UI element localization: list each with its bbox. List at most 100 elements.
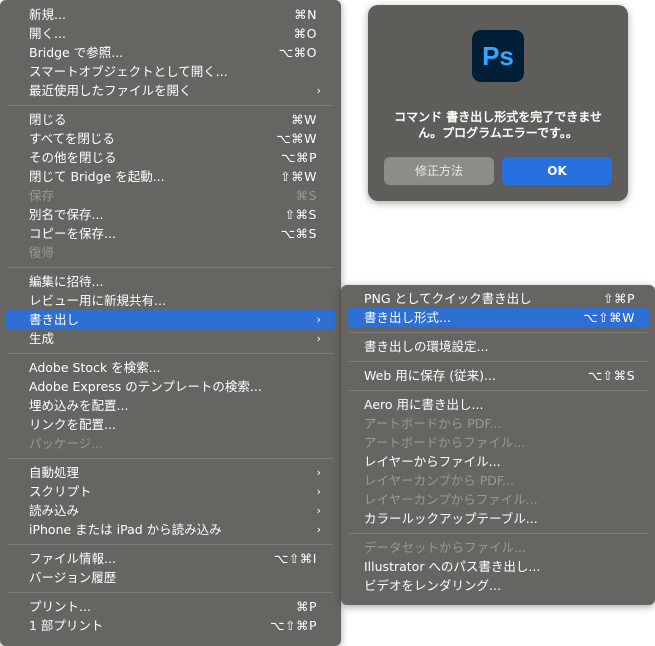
menu-item-label: 別名で保存... xyxy=(29,207,104,222)
menu-item-shortcut: ⌘S xyxy=(295,188,317,203)
export-menu-item: レイヤーカンプからファイル... xyxy=(347,490,649,509)
export-menu-item[interactable]: ビデオをレンダリング... xyxy=(347,576,649,595)
file-menu-item[interactable]: 読み込み › xyxy=(6,501,335,520)
file-menu-item[interactable]: ファイル情報... ⌥⇧⌘I xyxy=(6,549,335,568)
export-menu-item[interactable]: Aero 用に書き出し... xyxy=(347,395,649,414)
chevron-right-icon: › xyxy=(316,485,321,498)
menu-item-label: 生成 xyxy=(29,331,55,346)
menu-separator xyxy=(8,105,333,106)
error-message: コマンド 書き出し形式を完了できません。プログラムエラーです。。 xyxy=(394,110,602,140)
menu-item-label: コピーを保存... xyxy=(29,226,116,241)
menu-item-label: 最近使用したファイルを開く xyxy=(29,83,192,98)
file-menu-item[interactable]: レビュー用に新規共有... xyxy=(6,291,335,310)
error-dialog: Ps コマンド 書き出し形式を完了できません。プログラムエラーです。。 修正方法… xyxy=(368,5,628,201)
menu-item-label: リンクを配置... xyxy=(29,417,116,432)
menu-item-label: Aero 用に書き出し... xyxy=(364,397,484,412)
export-menu-item: データセットからファイル... xyxy=(347,538,649,557)
menu-separator xyxy=(8,353,333,354)
menu-item-label: アートボードから PDF... xyxy=(364,416,502,431)
menu-item-label: 閉じて Bridge を起動... xyxy=(29,169,165,184)
file-menu-item[interactable]: iPhone または iPad から読み込み › xyxy=(6,520,335,539)
menu-item-shortcut: ⌘N xyxy=(294,7,317,22)
menu-item-label: Adobe Stock を検索... xyxy=(29,360,161,375)
menu-item-label: 新規... xyxy=(29,7,66,22)
menu-item-label: 書き出し形式... xyxy=(364,310,451,325)
menu-item-label: データセットからファイル... xyxy=(364,540,526,555)
export-menu-item: アートボードから PDF... xyxy=(347,414,649,433)
menu-separator xyxy=(8,544,333,545)
menu-item-shortcut: ⌘W xyxy=(291,112,317,127)
export-menu-item: アートボードからファイル... xyxy=(347,433,649,452)
menu-item-label: レイヤーカンプから PDF... xyxy=(364,473,514,488)
menu-item-label: 保存 xyxy=(29,188,55,203)
menu-item-shortcut: ⌥⇧⌘S xyxy=(587,368,635,383)
menu-item-label: ファイル情報... xyxy=(29,551,116,566)
file-menu-item[interactable]: 自動処理 › xyxy=(6,463,335,482)
menu-item-label: パッケージ... xyxy=(29,436,104,451)
file-menu-item[interactable]: プリント... ⌘P xyxy=(6,597,335,616)
file-menu-item[interactable]: 新規... ⌘N xyxy=(6,5,335,24)
export-menu-item: レイヤーカンプから PDF... xyxy=(347,471,649,490)
export-menu-item[interactable]: PNG としてクイック書き出し ⇧⌘P xyxy=(347,289,649,308)
chevron-right-icon: › xyxy=(316,504,321,517)
export-submenu: PNG としてクイック書き出し ⇧⌘P 書き出し形式... ⌥⇧⌘W 書き出しの環境設定… xyxy=(341,285,655,605)
file-menu-item[interactable]: Adobe Stock を検索... xyxy=(6,358,335,377)
chevron-right-icon: › xyxy=(316,466,321,479)
menu-item-label: PNG としてクイック書き出し xyxy=(364,291,532,306)
file-menu-item[interactable]: 編集に招待... xyxy=(6,272,335,291)
file-menu-item[interactable]: リンクを配置... xyxy=(6,415,335,434)
file-menu-item[interactable]: 書き出し › xyxy=(6,310,335,329)
menu-item-label: 読み込み xyxy=(29,503,80,518)
ok-button[interactable]: OK xyxy=(502,157,612,185)
file-menu-item[interactable]: スマートオブジェクトとして開く... xyxy=(6,62,335,81)
file-menu-item[interactable]: すべてを閉じる ⌥⌘W xyxy=(6,129,335,148)
file-menu-item[interactable]: 生成 › xyxy=(6,329,335,348)
menu-item-label: ビデオをレンダリング... xyxy=(364,578,501,593)
export-menu-item[interactable]: 書き出し形式... ⌥⇧⌘W xyxy=(347,308,649,327)
file-menu-item[interactable]: バージョン履歴 xyxy=(6,568,335,587)
photoshop-app-icon: Ps xyxy=(472,30,524,82)
menu-item-label: Bridge で参照... xyxy=(29,45,124,60)
menu-item-label: その他を閉じる xyxy=(29,150,117,165)
menu-item-label: バージョン履歴 xyxy=(29,570,117,585)
menu-item-label: アートボードからファイル... xyxy=(364,435,526,450)
menu-item-label: カラールックアップテーブル... xyxy=(364,511,538,526)
file-menu-item[interactable]: 閉じる ⌘W xyxy=(6,110,335,129)
file-menu-item[interactable]: Adobe Express のテンプレートの検索... xyxy=(6,377,335,396)
menu-item-shortcut: ⇧⌘S xyxy=(284,207,317,222)
menu-item-label: レイヤーからファイル... xyxy=(364,454,501,469)
menu-item-label: 復帰 xyxy=(29,245,55,260)
file-menu-item[interactable]: 1 部プリント ⌥⇧⌘P xyxy=(6,616,335,635)
menu-item-shortcut: ⌥⇧⌘I xyxy=(273,551,317,566)
menu-separator xyxy=(8,592,333,593)
menu-separator xyxy=(349,390,647,391)
chevron-right-icon: › xyxy=(316,332,321,345)
file-menu: 新規... ⌘N 開く... ⌘O Bridge で参照... ⌥⌘O スマートオブジェクト… xyxy=(0,0,341,646)
file-menu-item[interactable]: スクリプト › xyxy=(6,482,335,501)
export-menu-item[interactable]: Illustrator へのパス書き出し... xyxy=(347,557,649,576)
menu-item-shortcut: ⌘O xyxy=(293,26,317,41)
file-menu-item[interactable]: コピーを保存... ⌥⌘S xyxy=(6,224,335,243)
file-menu-item[interactable]: 埋め込みを配置... xyxy=(6,396,335,415)
menu-separator xyxy=(349,361,647,362)
file-menu-item[interactable]: 最近使用したファイルを開く › xyxy=(6,81,335,100)
chevron-right-icon: › xyxy=(316,84,321,97)
export-menu-item[interactable]: レイヤーからファイル... xyxy=(347,452,649,471)
menu-item-label: すべてを閉じる xyxy=(29,131,115,146)
menu-item-label: 開く... xyxy=(29,26,66,41)
menu-item-label: レビュー用に新規共有... xyxy=(29,293,166,308)
how-to-fix-button[interactable]: 修正方法 xyxy=(384,157,494,185)
file-menu-item[interactable]: その他を閉じる ⌥⌘P xyxy=(6,148,335,167)
export-menu-item[interactable]: Web 用に保存 (従来)... ⌥⇧⌘S xyxy=(347,366,649,385)
file-menu-item[interactable]: Bridge で参照... ⌥⌘O xyxy=(6,43,335,62)
menu-item-label: Web 用に保存 (従来)... xyxy=(364,368,496,383)
export-menu-item[interactable]: 書き出しの環境設定... xyxy=(347,337,649,356)
file-menu-item[interactable]: 閉じて Bridge を起動... ⇧⌘W xyxy=(6,167,335,186)
menu-separator xyxy=(8,458,333,459)
file-menu-item[interactable]: 開く... ⌘O xyxy=(6,24,335,43)
menu-item-label: 自動処理 xyxy=(29,465,80,480)
menu-item-shortcut: ⌥⇧⌘P xyxy=(270,618,317,633)
file-menu-item[interactable]: 別名で保存... ⇧⌘S xyxy=(6,205,335,224)
menu-item-label: Illustrator へのパス書き出し... xyxy=(364,559,541,574)
export-menu-item[interactable]: カラールックアップテーブル... xyxy=(347,509,649,528)
